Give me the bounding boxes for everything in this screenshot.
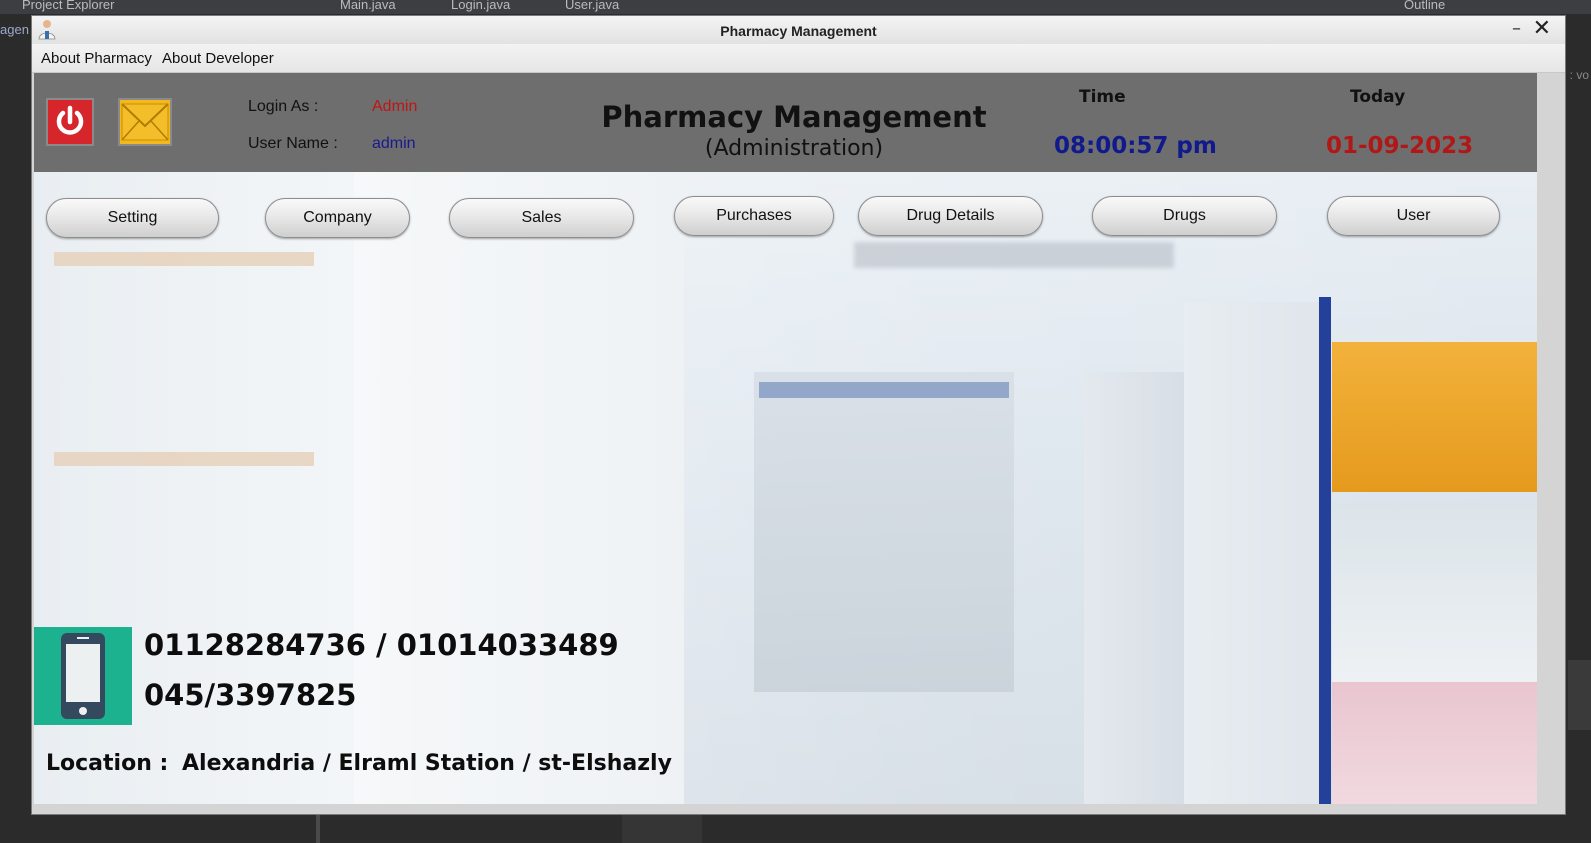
menu-bar: About Pharmacy About Developer bbox=[32, 44, 1565, 73]
location-value: Alexandria / Elraml Station / st-Elshazl… bbox=[182, 751, 672, 776]
title-bar[interactable]: Pharmacy Management – ✕ bbox=[32, 16, 1565, 44]
ide-tab-project-explorer[interactable]: Project Explorer bbox=[22, 0, 114, 12]
sales-button[interactable]: Sales bbox=[449, 198, 634, 238]
ide-scrollbar[interactable] bbox=[1568, 660, 1591, 730]
user-name-value: admin bbox=[372, 135, 416, 152]
logout-button[interactable] bbox=[46, 98, 94, 146]
minimize-button[interactable]: – bbox=[1512, 18, 1521, 39]
phone-number-landline: 045/3397825 bbox=[144, 678, 357, 712]
app-window: Pharmacy Management – ✕ About Pharmacy A… bbox=[31, 15, 1566, 815]
window-title: Pharmacy Management bbox=[720, 23, 877, 39]
login-as-value: Admin bbox=[372, 98, 418, 115]
time-value: 08:00:57 pm bbox=[1054, 133, 1217, 159]
user-button[interactable]: User bbox=[1327, 196, 1500, 236]
phone-icon bbox=[34, 627, 132, 725]
ide-left-text: agen bbox=[0, 22, 29, 37]
ide-right-text: : vo bbox=[1569, 68, 1589, 82]
ide-tab-login-java[interactable]: Login.java bbox=[451, 0, 510, 12]
background-shelf-middle bbox=[354, 172, 684, 804]
ide-tab-user-java[interactable]: User.java bbox=[565, 0, 619, 12]
background-shelf-label bbox=[759, 382, 1009, 398]
ide-panel-block bbox=[622, 812, 702, 843]
background-shelf-center bbox=[754, 372, 1014, 692]
background-fridge-door bbox=[1184, 302, 1324, 804]
login-as-label: Login As : bbox=[248, 98, 319, 115]
setting-button[interactable]: Setting bbox=[46, 198, 219, 238]
ide-tab-bar: Project Explorer Main.java Login.java Us… bbox=[0, 0, 1591, 14]
purchases-button[interactable]: Purchases bbox=[674, 196, 834, 236]
drugs-button[interactable]: Drugs bbox=[1092, 196, 1277, 236]
background-fridge-frame bbox=[1319, 297, 1331, 804]
page-subtitle: (Administration) bbox=[704, 136, 884, 161]
power-icon bbox=[56, 105, 84, 135]
background-shelf-board bbox=[54, 252, 314, 266]
page-title: Pharmacy Management bbox=[601, 100, 987, 134]
ide-tab-outline[interactable]: Outline bbox=[1404, 0, 1445, 12]
user-name-label: User Name : bbox=[248, 135, 338, 152]
ide-divider bbox=[316, 812, 320, 843]
background-sign bbox=[854, 242, 1174, 268]
today-label: Today bbox=[1350, 87, 1406, 107]
background-shelf-right bbox=[1084, 372, 1194, 804]
menu-about-developer[interactable]: About Developer bbox=[162, 50, 274, 67]
header-panel: Login As : Admin User Name : admin Pharm… bbox=[34, 73, 1537, 172]
background-shelf-board bbox=[54, 452, 314, 466]
phone-numbers-mobile: 01128284736 / 01014033489 bbox=[144, 628, 619, 662]
date-value: 01-09-2023 bbox=[1326, 133, 1474, 159]
drug-details-button[interactable]: Drug Details bbox=[858, 196, 1043, 236]
menu-about-pharmacy[interactable]: About Pharmacy bbox=[41, 50, 152, 67]
close-button[interactable]: ✕ bbox=[1533, 16, 1551, 41]
mail-button[interactable] bbox=[118, 98, 172, 146]
envelope-icon bbox=[121, 103, 169, 141]
company-button[interactable]: Company bbox=[265, 198, 410, 238]
location-label: Location : bbox=[46, 751, 169, 776]
time-label: Time bbox=[1079, 87, 1126, 107]
background-products-orange bbox=[1332, 342, 1537, 492]
ide-tab-main-java[interactable]: Main.java bbox=[340, 0, 396, 12]
background-products-white bbox=[1332, 502, 1537, 682]
background-products-pink bbox=[1332, 682, 1537, 804]
main-area: Setting Company Sales Purchases Drug Det… bbox=[34, 172, 1537, 804]
